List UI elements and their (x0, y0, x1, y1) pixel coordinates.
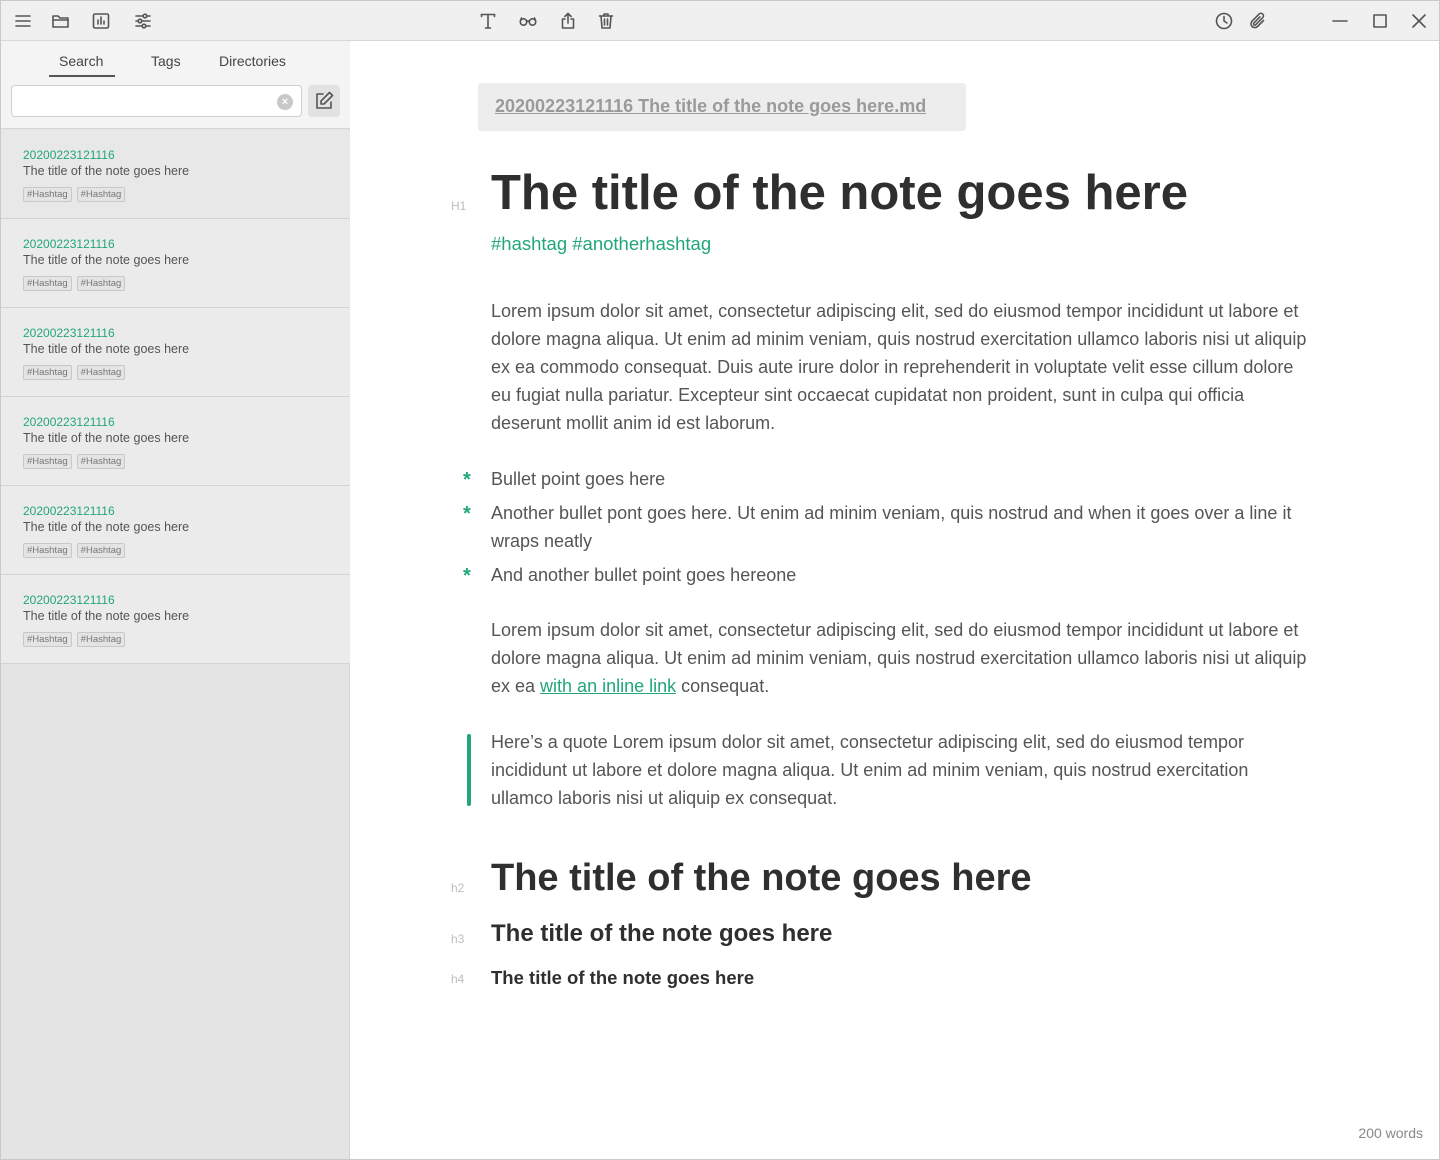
note-id: 20200223121116 (23, 504, 115, 518)
note-title: The title of the note goes here (23, 431, 190, 445)
new-note-button[interactable] (308, 85, 340, 117)
tag-badge[interactable]: #Hashtag (76, 365, 126, 380)
hashtags[interactable]: #hashtag #anotherhashtag (491, 233, 711, 255)
search-input[interactable] (20, 91, 270, 111)
history-icon[interactable] (1212, 9, 1236, 33)
heading-4: The title of the note goes here (491, 967, 755, 988)
tag-badge[interactable]: #Hashtag (76, 187, 126, 202)
menu-icon[interactable] (11, 9, 35, 33)
paragraph-with-link: Lorem ipsum dolor sit amet, consectetur … (491, 616, 1311, 700)
tag-badge[interactable]: #Hashtag (23, 276, 72, 291)
note-id: 20200223121116 (23, 148, 115, 162)
note-title: The title of the note goes here (23, 253, 190, 267)
tag-badge[interactable]: #Hashtag (23, 365, 72, 380)
folder-open-icon[interactable] (49, 9, 73, 33)
filename-box: 20200223121116 The title of the note goe… (478, 83, 966, 131)
note-list: 20200223121116 The title of the note goe… (1, 130, 350, 664)
text-format-icon[interactable] (476, 9, 500, 33)
list-item[interactable]: 20200223121116 The title of the note goe… (1, 308, 350, 397)
tab-directories[interactable]: Directories (219, 53, 286, 69)
sidebar-tabs: Search Tags Directories (1, 53, 350, 77)
bullet-marker: * (463, 469, 471, 491)
tag-badge[interactable]: #Hashtag (76, 454, 126, 469)
note-title: The title of the note goes here (23, 609, 190, 623)
tag-badge[interactable]: #Hashtag (23, 543, 72, 558)
note-title: The title of the note goes here (23, 520, 190, 534)
bullet-item: Bullet point goes here (491, 469, 666, 489)
glasses-icon[interactable] (516, 9, 540, 33)
chart-icon[interactable] (89, 9, 113, 33)
filename-link[interactable]: 20200223121116 The title of the note goe… (495, 96, 926, 117)
word-count: 200 words (1358, 1125, 1423, 1141)
bullet-marker: * (463, 565, 471, 587)
gutter-h3: h3 (451, 932, 465, 946)
note-tags: #Hashtag #Hashtag (23, 632, 126, 647)
gutter-h1: H1 (451, 199, 467, 213)
close-icon[interactable] (1407, 9, 1431, 33)
note-title: The title of the note goes here (23, 342, 190, 356)
list-item[interactable]: 20200223121116 The title of the note goe… (1, 486, 350, 575)
note-id: 20200223121116 (23, 593, 115, 607)
gutter-h2: h2 (451, 881, 465, 895)
share-icon[interactable] (556, 9, 580, 33)
sidebar: Search Tags Directories × 20200223121116… (1, 41, 350, 1159)
tag-badge[interactable]: #Hashtag (76, 632, 126, 647)
toolbar (1, 1, 1439, 41)
note-tags: #Hashtag #Hashtag (23, 543, 126, 558)
trash-icon[interactable] (594, 9, 618, 33)
tag-badge[interactable]: #Hashtag (23, 187, 72, 202)
bullet-marker: * (463, 503, 471, 525)
inline-link[interactable]: with an inline link (540, 676, 676, 696)
tab-tags[interactable]: Tags (151, 53, 181, 69)
list-item[interactable]: 20200223121116 The title of the note goe… (1, 575, 350, 664)
note-id: 20200223121116 (23, 237, 115, 251)
paragraph: Lorem ipsum dolor sit amet, consectetur … (491, 301, 1307, 433)
paragraph-text: consequat. (676, 676, 770, 696)
heading-3: The title of the note goes here (491, 920, 833, 947)
sidebar-header: Search Tags Directories × (1, 41, 350, 129)
note-tags: #Hashtag #Hashtag (23, 276, 126, 291)
note-tags: #Hashtag #Hashtag (23, 365, 126, 380)
tag-badge[interactable]: #Hashtag (23, 632, 72, 647)
edit-icon (316, 91, 334, 109)
tag-badge[interactable]: #Hashtag (23, 454, 72, 469)
note-tags: #Hashtag #Hashtag (23, 454, 126, 469)
tag-badge[interactable]: #Hashtag (76, 543, 126, 558)
sliders-icon[interactable] (131, 9, 155, 33)
bullet-item: Another bullet pont goes here. Ut enim a… (491, 503, 1292, 551)
editor[interactable]: 20200223121116 The title of the note goe… (351, 41, 1439, 1159)
tab-search[interactable]: Search (48, 53, 116, 77)
list-item[interactable]: 20200223121116 The title of the note goe… (1, 397, 350, 486)
list-item[interactable]: 20200223121116 The title of the note goe… (1, 130, 350, 219)
search-field: × (11, 85, 302, 117)
note-tags: #Hashtag #Hashtag (23, 187, 126, 202)
tag-badge[interactable]: #Hashtag (76, 276, 126, 291)
heading-1: The title of the note goes here (491, 166, 1188, 220)
attachment-icon[interactable] (1246, 9, 1270, 33)
note-id: 20200223121116 (23, 326, 115, 340)
blockquote: Here’s a quote Lorem ipsum dolor sit ame… (491, 732, 1249, 808)
gutter-h4: h4 (451, 972, 465, 986)
app-window: Search Tags Directories × 20200223121116… (0, 0, 1440, 1160)
maximize-icon[interactable] (1368, 9, 1392, 33)
heading-2: The title of the note goes here (491, 857, 1032, 899)
clear-search-icon[interactable]: × (277, 94, 293, 110)
quote-bar (467, 734, 471, 806)
list-item[interactable]: 20200223121116 The title of the note goe… (1, 219, 350, 308)
note-title: The title of the note goes here (23, 164, 190, 178)
note-id: 20200223121116 (23, 415, 115, 429)
minimize-icon[interactable] (1328, 9, 1352, 33)
bullet-item: And another bullet point goes hereone (491, 565, 797, 585)
